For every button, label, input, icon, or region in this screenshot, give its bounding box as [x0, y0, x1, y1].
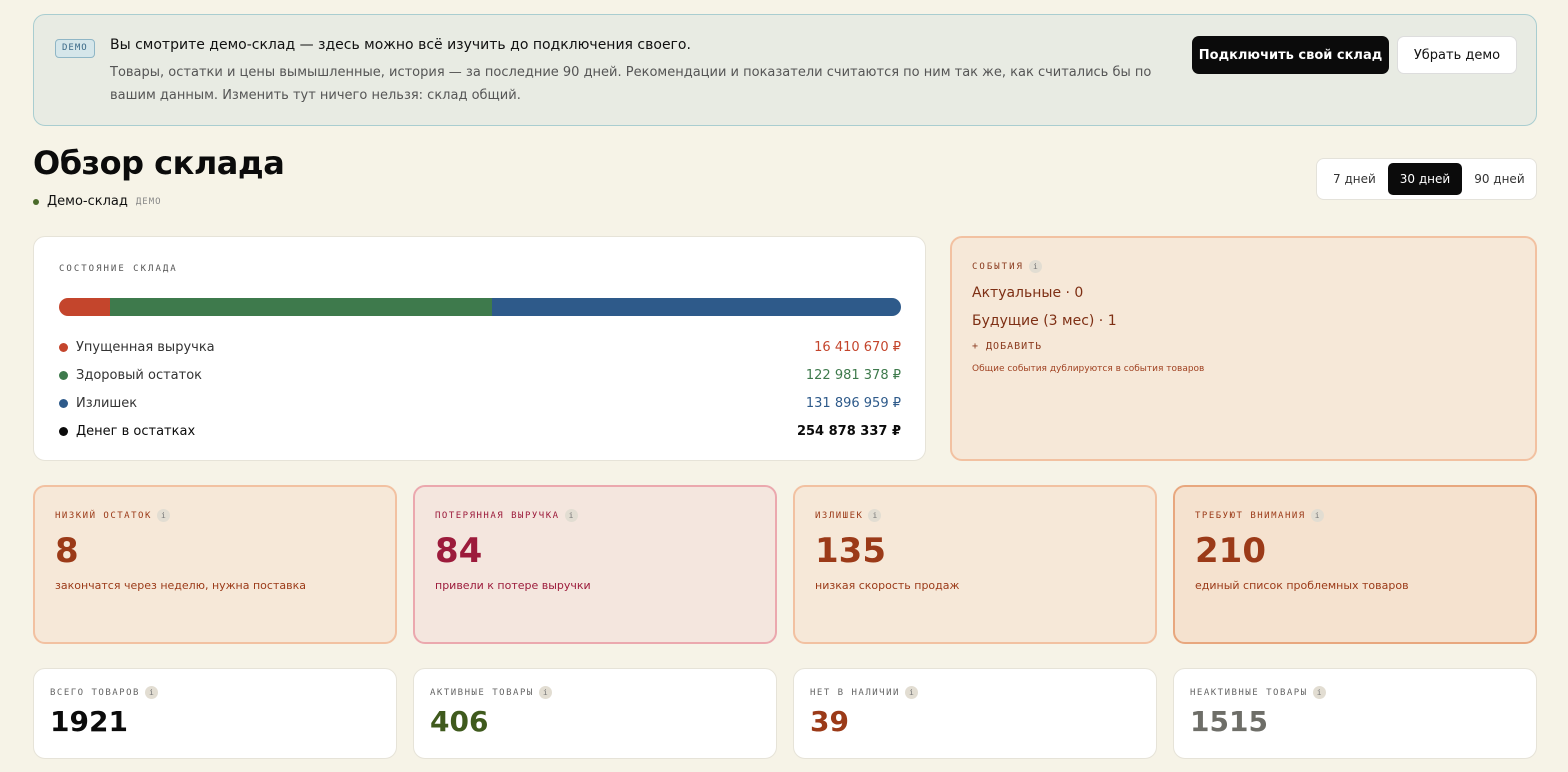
events-future[interactable]: Будущие (3 мес) · 1 [972, 313, 1117, 329]
metric-label: ПОТЕРЯННАЯ ВЫРУЧКА i [435, 509, 578, 522]
banner-description: Товары, остатки и цены вымышленные, исто… [110, 65, 1152, 103]
metric-value: 135 [815, 531, 886, 571]
metric-description: закончатся через неделю, нужна поставка [55, 579, 306, 592]
stat-label-text: НЕАКТИВНЫЕ ТОВАРЫ [1190, 687, 1308, 698]
page-title: Обзор склада [33, 144, 285, 182]
demo-banner: DEMO Вы смотрите демо-склад — здесь можн… [33, 14, 1537, 126]
stat-label-text: НЕТ В НАЛИЧИИ [810, 687, 900, 698]
legend-dot-icon [59, 342, 68, 352]
metric-value: 84 [435, 531, 483, 571]
legend-name: Излишек [76, 395, 138, 411]
legend-dot-icon [59, 398, 68, 408]
info-icon[interactable]: i [868, 509, 882, 522]
legend-value: 122 981 378 ₽ [805, 367, 901, 383]
warehouse-state-bar [59, 298, 901, 316]
stat-label: НЕАКТИВНЫЕ ТОВАРЫ i [1190, 686, 1326, 699]
events-note: Общие события дублируются в события това… [972, 364, 1205, 374]
warehouse-name: Демо-склад [47, 194, 128, 209]
warehouse-indicator: Демо-склад ДЕМО [33, 194, 162, 209]
metric-label-text: ИЗЛИШЕК [815, 510, 864, 521]
stat-label: ВСЕГО ТОВАРОВ i [50, 686, 158, 699]
legend-dot-icon [59, 370, 68, 380]
stat-value: 1515 [1190, 705, 1268, 738]
metric-card-lost-revenue[interactable]: ПОТЕРЯННАЯ ВЫРУЧКА i 84 привели к потере… [413, 485, 777, 644]
stat-card-inactive-products[interactable]: НЕАКТИВНЫЕ ТОВАРЫ i 1515 [1173, 668, 1537, 759]
stat-card-total-products[interactable]: ВСЕГО ТОВАРОВ i 1921 [33, 668, 397, 759]
info-icon[interactable]: i [1310, 509, 1324, 522]
bar-segment-lost-revenue [59, 298, 110, 316]
legend-name: Денег в остатках [76, 423, 196, 439]
stat-card-out-of-stock[interactable]: НЕТ В НАЛИЧИИ i 39 [793, 668, 1157, 759]
warehouse-state-card: СОСТОЯНИЕ СКЛАДА Упущенная выручка 16 41… [33, 236, 926, 461]
metric-description: привели к потере выручки [435, 579, 591, 592]
stat-card-active-products[interactable]: АКТИВНЫЕ ТОВАРЫ i 406 [413, 668, 777, 759]
legend-row-healthy-stock: Здоровый остаток 122 981 378 ₽ [59, 361, 901, 389]
info-icon[interactable]: i [144, 686, 158, 699]
connect-warehouse-button[interactable]: Подключить свой склад [1192, 36, 1389, 74]
legend-row-lost-revenue: Упущенная выручка 16 410 670 ₽ [59, 333, 901, 361]
legend-name: Здоровый остаток [76, 367, 203, 383]
info-icon[interactable]: i [1028, 260, 1042, 273]
warehouse-state-label: СОСТОЯНИЕ СКЛАДА [59, 264, 178, 274]
period-option-90[interactable]: 90 дней [1462, 163, 1536, 195]
legend-row-total: Денег в остатках 254 878 337 ₽ [59, 417, 901, 445]
bar-segment-healthy-stock [109, 298, 492, 316]
period-option-7[interactable]: 7 дней [1321, 163, 1388, 195]
legend-name: Упущенная выручка [76, 339, 215, 355]
add-event-button[interactable]: + ДОБАВИТЬ [972, 341, 1042, 352]
period-option-30[interactable]: 30 дней [1387, 163, 1463, 195]
legend-row-surplus: Излишек 131 896 959 ₽ [59, 389, 901, 417]
stat-value: 406 [430, 705, 489, 738]
events-current[interactable]: Актуальные · 0 [972, 285, 1083, 301]
stat-value: 1921 [50, 705, 128, 738]
legend-value: 254 878 337 ₽ [796, 423, 901, 439]
metric-card-needs-attention[interactable]: ТРЕБУЮТ ВНИМАНИЯ i 210 единый список про… [1173, 485, 1537, 644]
status-dot-icon [33, 198, 39, 205]
stat-label: АКТИВНЫЕ ТОВАРЫ i [430, 686, 552, 699]
metric-card-surplus[interactable]: ИЗЛИШЕК i 135 низкая скорость продаж [793, 485, 1157, 644]
bar-segment-surplus [491, 298, 901, 316]
info-icon[interactable]: i [1312, 686, 1326, 699]
events-card: СОБЫТИЯ i Актуальные · 0 Будущие (3 мес)… [950, 236, 1537, 461]
stat-label-text: ВСЕГО ТОВАРОВ [50, 687, 140, 698]
info-icon[interactable]: i [904, 686, 918, 699]
metric-description: единый список проблемных товаров [1195, 579, 1409, 592]
legend-value: 131 896 959 ₽ [805, 395, 901, 411]
period-toggle: 7 дней 30 дней 90 дней [1316, 158, 1537, 200]
demo-badge: DEMO [55, 39, 95, 58]
events-label-text: СОБЫТИЯ [972, 261, 1024, 272]
stat-value: 39 [810, 705, 849, 738]
metric-value: 8 [55, 531, 79, 571]
banner-headline: Вы смотрите демо-склад — здесь можно всё… [110, 37, 691, 53]
stat-label: НЕТ В НАЛИЧИИ i [810, 686, 918, 699]
info-icon[interactable]: i [156, 509, 170, 522]
info-icon[interactable]: i [564, 509, 578, 522]
legend-value: 16 410 670 ₽ [814, 339, 901, 355]
metric-card-low-stock[interactable]: НИЗКИЙ ОСТАТОК i 8 закончатся через неде… [33, 485, 397, 644]
stat-label-text: АКТИВНЫЕ ТОВАРЫ [430, 687, 534, 698]
warehouse-state-legend: Упущенная выручка 16 410 670 ₽ Здоровый … [59, 333, 901, 445]
metric-label-text: НИЗКИЙ ОСТАТОК [55, 510, 152, 521]
events-label: СОБЫТИЯ i [972, 260, 1042, 273]
metric-label-text: ПОТЕРЯННАЯ ВЫРУЧКА [435, 510, 560, 521]
metric-label: ТРЕБУЮТ ВНИМАНИЯ i [1195, 509, 1324, 522]
metric-description: низкая скорость продаж [815, 579, 960, 592]
warehouse-tag: ДЕМО [135, 196, 162, 207]
metric-label: ИЗЛИШЕК i [815, 509, 882, 522]
legend-dot-icon [59, 426, 68, 436]
info-icon[interactable]: i [538, 686, 552, 699]
remove-demo-button[interactable]: Убрать демо [1397, 36, 1517, 74]
metric-label-text: ТРЕБУЮТ ВНИМАНИЯ [1195, 510, 1306, 521]
metric-value: 210 [1195, 531, 1266, 571]
metric-label: НИЗКИЙ ОСТАТОК i [55, 509, 170, 522]
